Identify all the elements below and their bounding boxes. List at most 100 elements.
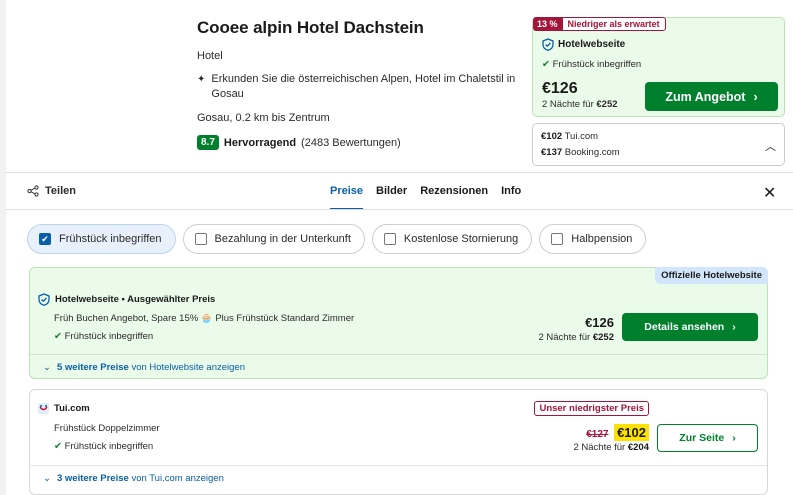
deal-nights: 2 Nächte für €204	[573, 442, 649, 453]
share-label: Teilen	[45, 185, 76, 197]
chevron-down-icon: ⌄	[43, 472, 51, 484]
hotel-info: Cooee alpin Hotel Dachstein Hotel ✦ Erku…	[197, 18, 527, 150]
rating-count: (2483 Bewertungen)	[301, 136, 401, 149]
hotel-type: Hotel	[197, 50, 223, 62]
lowest-price-badge: Unser niedrigster Preis	[534, 401, 649, 416]
share-button[interactable]: Teilen	[27, 185, 76, 197]
hotel-image[interactable]	[6, 0, 184, 170]
more-prices-count: 3 weitere Preise	[56, 472, 129, 484]
shield-icon	[542, 38, 554, 51]
hotel-description-text: Erkunden Sie die österreichischen Alpen,…	[211, 73, 516, 100]
chevron-down-icon: ⌄	[43, 361, 51, 373]
deal-room-extra: Plus Frühstück Standard Zimmer	[215, 313, 355, 324]
filter-fruehstueck[interactable]: ✔ Frühstück inbegriffen	[27, 224, 176, 254]
alt-site: Booking.com	[564, 147, 620, 158]
deal-card-tui: Tui.com Unser niedrigster Preis Frühstüc…	[29, 389, 768, 495]
share-icon	[27, 185, 39, 197]
checkbox-icon	[551, 233, 564, 245]
tab-bar: Preise Bilder Rezensionen Info	[330, 185, 521, 210]
filter-label: Frühstück inbegriffen	[59, 233, 162, 245]
tui-logo-icon	[38, 403, 49, 414]
hotel-panel: Cooee alpin Hotel Dachstein Hotel ✦ Erku…	[6, 0, 793, 495]
offer-site: Hotelwebseite	[542, 38, 625, 51]
filter-label: Bezahlung in der Unterkunft	[214, 233, 351, 245]
check-icon: ✔	[542, 59, 550, 70]
rating-label: Hervorragend	[223, 136, 297, 149]
sparkle-icon: ✦	[197, 74, 206, 85]
filter-halbpension[interactable]: Halbpension	[539, 224, 647, 254]
checkbox-checked-icon: ✔	[39, 233, 51, 245]
details-ansehen-button[interactable]: Details ansehen ›	[622, 313, 758, 341]
deal-title-text: Hotelwebseite • Ausgewählter Preis	[55, 294, 216, 305]
more-prices-suffix: von Hotelwebsite anzeigen	[131, 361, 245, 373]
breakfast-icon: 🧁	[200, 313, 213, 324]
hotel-distance: Gosau, 0.2 km bis Zentrum	[197, 112, 330, 124]
deal-nights-prefix: 2 Nächte für	[538, 332, 591, 343]
tab-info[interactable]: Info	[501, 185, 521, 210]
new-price: €102	[614, 424, 649, 441]
details-ansehen-label: Details ansehen	[644, 321, 725, 333]
offer-nights-total: €252	[596, 99, 618, 110]
zur-seite-button[interactable]: Zur Seite ›	[657, 424, 758, 452]
chevron-right-icon: ›	[732, 432, 736, 444]
alternative-prices[interactable]: €102 Tui.com €137 Booking.com ︿	[532, 123, 785, 166]
divider	[6, 172, 793, 173]
deal-nights: 2 Nächte für €252	[538, 332, 614, 343]
filter-bar: ✔ Frühstück inbegriffen Bezahlung in der…	[27, 224, 647, 254]
more-prices-suffix: von Tui.com anzeigen	[131, 472, 224, 484]
deal-breakfast-text: Frühstück inbegriffen	[64, 441, 154, 452]
deal-title-text: Tui.com	[54, 403, 90, 414]
deal-room-text: Früh Buchen Angebot, Spare 15%	[54, 313, 199, 324]
chevron-right-icon: ›	[753, 89, 758, 104]
deal-nights-prefix: 2 Nächte für	[573, 442, 626, 453]
deal-title: Hotelwebseite • Ausgewählter Preis	[38, 293, 215, 306]
offer-nights: 2 Nächte für €252	[542, 99, 618, 110]
alt-price: €102	[541, 131, 563, 142]
deal-breakfast-text: Frühstück inbegriffen	[64, 331, 154, 342]
deal-room: Früh Buchen Angebot, Spare 15% 🧁 Plus Fr…	[54, 313, 354, 324]
rating-score: 8.7	[197, 135, 219, 150]
offer-breakfast: ✔ Frühstück inbegriffen	[542, 59, 641, 70]
deal-room: Frühstück Doppelzimmer	[54, 423, 160, 434]
close-icon[interactable]: ✕	[763, 183, 776, 203]
alt-price: €137	[541, 147, 563, 158]
tab-bilder[interactable]: Bilder	[376, 185, 407, 210]
divider	[6, 209, 793, 210]
more-prices-link[interactable]: ⌄ 3 weitere Preise von Tui.com anzeigen	[30, 465, 767, 490]
deal-title: Tui.com	[38, 403, 90, 414]
rating[interactable]: 8.7 Hervorragend (2483 Bewertungen)	[197, 135, 527, 150]
deal-card-official: Offizielle Hotelwebsite Hotelwebseite • …	[29, 267, 768, 379]
alt-price-row: €137 Booking.com	[541, 147, 620, 158]
tab-rezensionen[interactable]: Rezensionen	[420, 185, 488, 210]
deal-breakfast: ✔ Frühstück inbegriffen	[54, 441, 153, 452]
hotel-description: ✦ Erkunden Sie die österreichischen Alpe…	[197, 72, 527, 102]
filter-label: Kostenlose Stornierung	[403, 233, 519, 245]
top-offer: 13 % Niedriger als erwartet Hotelwebseit…	[532, 17, 785, 117]
filter-stornierung[interactable]: Kostenlose Stornierung	[371, 224, 533, 254]
chevron-up-icon[interactable]: ︿	[765, 138, 776, 154]
alt-site: Tui.com	[564, 131, 599, 142]
hotel-name[interactable]: Cooee alpin Hotel Dachstein	[197, 18, 527, 38]
checkbox-icon	[383, 233, 396, 245]
discount-badge: 13 % Niedriger als erwartet	[533, 17, 666, 31]
official-website-tag: Offizielle Hotelwebsite	[655, 267, 768, 284]
deal-price: €126	[585, 315, 614, 330]
more-prices-count: 5 weitere Preise	[56, 361, 129, 373]
check-icon: ✔	[54, 441, 62, 452]
zum-angebot-button[interactable]: Zum Angebot ›	[645, 82, 778, 111]
more-prices-link[interactable]: ⌄ 5 weitere Preise von Hotelwebsite anze…	[30, 354, 767, 379]
check-icon: ✔	[54, 331, 62, 342]
checkbox-icon	[194, 233, 207, 245]
old-price: €127	[586, 429, 609, 440]
offer-price: €126	[542, 80, 578, 97]
deal-price: €127 €102	[586, 424, 649, 441]
alt-price-row: €102 Tui.com	[541, 131, 598, 142]
offer-nights-prefix: 2 Nächte für	[542, 99, 594, 110]
zur-seite-label: Zur Seite	[679, 432, 725, 444]
shield-icon	[38, 293, 50, 306]
filter-bezahlung[interactable]: Bezahlung in der Unterkunft	[182, 224, 365, 254]
offer-breakfast-text: Frühstück inbegriffen	[552, 59, 642, 70]
deal-nights-total: €204	[627, 442, 649, 453]
tab-preise[interactable]: Preise	[330, 185, 364, 210]
discount-percent: 13 %	[533, 17, 562, 31]
